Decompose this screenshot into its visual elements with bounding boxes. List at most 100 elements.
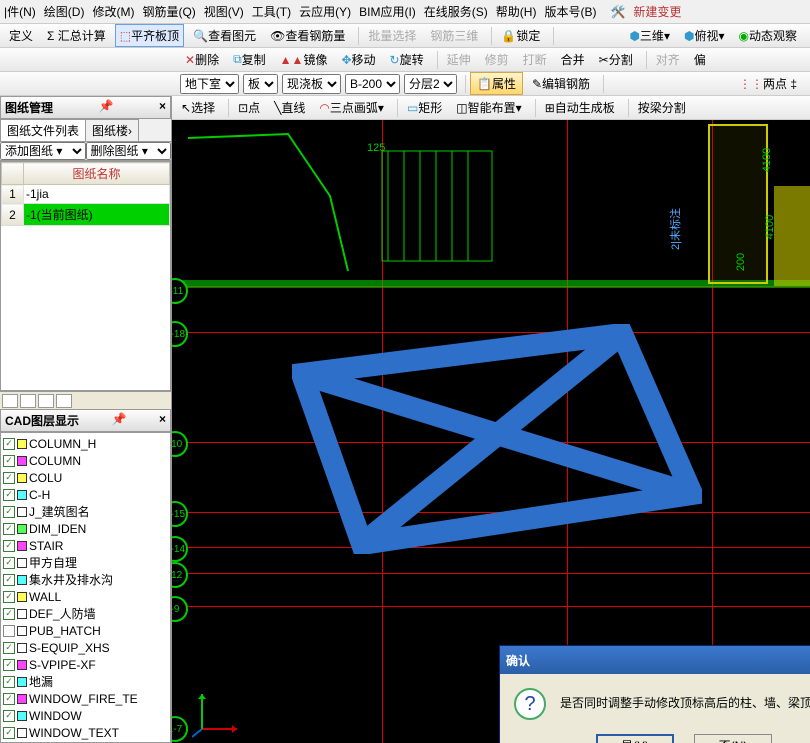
offset-button[interactable]: 偏 [689,48,711,71]
view-rebar-button[interactable]: 👁 查看钢筋量 [265,24,350,47]
select-button[interactable]: ↖ 选择 [176,96,220,119]
table-row[interactable]: 2-1(当前图纸) [2,204,170,226]
split-button[interactable]: ✂ 分割 [594,48,638,71]
menu-tools[interactable]: 工具(T) [252,3,291,20]
table-row[interactable]: 1-1jia [2,185,170,204]
view-3d-button[interactable]: ⬢ 三维 ▾ [624,24,675,47]
move-button[interactable]: ✥ 移动 [336,48,380,71]
nav-first[interactable] [2,394,18,408]
menu-rebar[interactable]: 钢筋量(Q) [142,3,195,20]
edit-rebar-button[interactable]: ✎ 编辑钢筋 [527,72,595,95]
menu-file[interactable]: |件(N) [4,3,36,20]
close-icon[interactable]: × [159,99,166,116]
point-button[interactable]: ⊡ 点 [233,96,265,119]
checkbox[interactable]: ✓ [3,727,15,739]
delete-button[interactable]: ✕ 删除 [180,48,224,71]
beam-split-button[interactable]: 按梁分割 [633,96,691,119]
layer-item[interactable]: ✓PUB_HATCH [3,622,168,639]
checkbox[interactable]: ✓ [3,506,15,518]
mirror-button[interactable]: ▲▲ 镜像 [275,48,333,71]
menu-bim[interactable]: BIM应用(I) [359,3,416,20]
define-button[interactable]: 定义 [4,24,38,47]
layer-item[interactable]: ✓S-VPIPE-XF [3,656,168,673]
checkbox[interactable]: ✓ [3,557,15,569]
property-button[interactable]: 📋 属性 [470,72,523,95]
layer-item[interactable]: ✓WALL [3,588,168,605]
menu-draw[interactable]: 绘图(D) [44,3,85,20]
two-point-button[interactable]: ⋮⋮ 两点 ‡ [734,72,802,95]
layer-item[interactable]: ✓COLUMN [3,452,168,469]
break-button[interactable]: 打断 [518,48,552,71]
auto-slab-button[interactable]: ⊞ 自动生成板 [540,96,620,119]
checkbox[interactable]: ✓ [3,642,15,654]
line-button[interactable]: ╲ 直线 [269,96,310,119]
drawing-canvas[interactable]: ↖ 选择 ⊡ 点 ╲ 直线 ◠ 三点画弧 ▾ ▭ 矩形 ◫ 智能布置 ▾ ⊞ 自… [172,96,810,743]
sum-button[interactable]: Σ 汇总计算 [42,24,111,47]
arc-button[interactable]: ◠ 三点画弧 ▾ [314,96,389,119]
checkbox[interactable]: ✓ [3,608,15,620]
pin-icon[interactable]: 📌 [112,412,127,429]
trim-button[interactable]: 修剪 [480,48,514,71]
del-drawing-select[interactable]: 删除图纸 ▾ [86,142,172,160]
rect-button[interactable]: ▭ 矩形 [402,96,447,119]
layer-item[interactable]: ✓STAIR [3,537,168,554]
checkbox[interactable]: ✓ [3,574,15,586]
layer-item[interactable]: ✓DEF_人防墙 [3,605,168,622]
layer-list[interactable]: ✓COLUMN_H✓COLUMN✓COLU✓C-H✓J_建筑图名✓DIM_IDE… [0,432,171,743]
level-select[interactable]: 分层2 [404,74,457,94]
nav-prev[interactable] [20,394,36,408]
checkbox[interactable]: ✓ [3,540,15,552]
checkbox[interactable]: ✓ [3,523,15,535]
batch-select-button[interactable]: 批量选择 [363,24,421,47]
align-slab-button[interactable]: ⬚ 平齐板顶 [115,24,184,47]
checkbox[interactable]: ✓ [3,693,15,705]
new-change-button[interactable]: 新建变更 [633,3,681,20]
type-select[interactable]: 现浇板 [282,74,341,94]
checkbox[interactable]: ✓ [3,455,15,467]
checkbox[interactable]: ✓ [3,472,15,484]
orbit-button[interactable]: ◉ 动态观察 [734,24,803,47]
smart-button[interactable]: ◫ 智能布置 ▾ [451,96,526,119]
layer-item[interactable]: ✓WINDOW [3,707,168,724]
layer-item[interactable]: ✓DIM_IDEN [3,520,168,537]
find-element-button[interactable]: 🔍 查看图元 [188,24,261,47]
join-button[interactable]: 合并 [556,48,590,71]
pin-icon[interactable]: 📌 [99,99,114,116]
menu-version[interactable]: 版本号(B) [544,3,596,20]
rebar-3d-button[interactable]: 钢筋三维 [425,24,483,47]
checkbox[interactable]: ✓ [3,438,15,450]
checkbox[interactable]: ✓ [3,659,15,671]
extend-button[interactable]: 延伸 [442,48,476,71]
layer-item[interactable]: ✓WINDOW_FIRE_TE [3,690,168,707]
lock-button[interactable]: 🔒 锁定 [496,24,545,47]
checkbox[interactable]: ✓ [3,489,15,501]
instance-select[interactable]: B-200 [345,74,400,94]
floor-select[interactable]: 地下室 [180,74,239,94]
dialog-no-button[interactable]: 否(N) [694,734,772,743]
rotate-button[interactable]: ↻ 旋转 [385,48,429,71]
layer-item[interactable]: ✓WINDOW_TEXT [3,724,168,741]
layer-item[interactable]: ✓COLU [3,469,168,486]
layer-item[interactable]: ✓COLUMN_H [3,435,168,452]
checkbox[interactable]: ✓ [3,710,15,722]
layer-item[interactable]: ✓地漏 [3,673,168,690]
layer-item[interactable]: ✓C-H [3,486,168,503]
close-icon[interactable]: × [159,412,166,429]
nav-last[interactable] [56,394,72,408]
top-view-button[interactable]: ⬢ 俯视 ▾ [679,24,730,47]
align-button[interactable]: 对齐 [651,48,685,71]
menu-cloud[interactable]: 云应用(Y) [299,3,351,20]
tab-floor[interactable]: 图纸楼› [85,119,139,141]
dialog-yes-button[interactable]: 是(Y) [596,734,674,743]
menu-view[interactable]: 视图(V) [204,3,244,20]
checkbox[interactable]: ✓ [3,625,15,637]
menu-help[interactable]: 帮助(H) [496,3,537,20]
nav-next[interactable] [38,394,54,408]
tab-file-list[interactable]: 图纸文件列表 [0,119,86,141]
layer-item[interactable]: ✓集水井及排水沟 [3,571,168,588]
layer-item[interactable]: ✓J_建筑图名 [3,503,168,520]
layer-item[interactable]: ✓甲方自理 [3,554,168,571]
checkbox[interactable]: ✓ [3,591,15,603]
checkbox[interactable]: ✓ [3,676,15,688]
copy-button[interactable]: ⧉ 复制 [228,48,271,71]
